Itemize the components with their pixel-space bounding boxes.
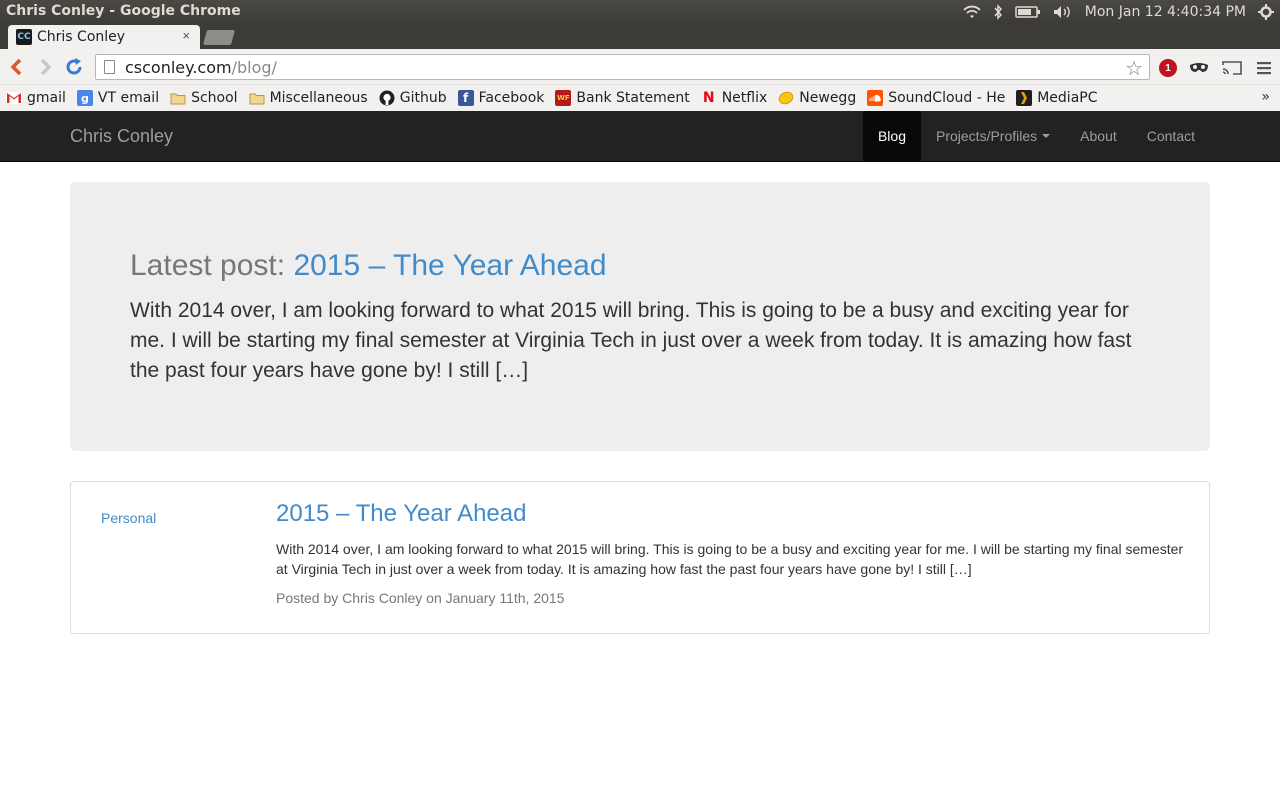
- latest-post-link[interactable]: 2015 – The Year Ahead: [293, 249, 606, 282]
- github-icon: [379, 90, 395, 106]
- site-brand[interactable]: Chris Conley: [70, 126, 173, 147]
- bookmark-folder-school[interactable]: School: [170, 90, 238, 106]
- system-indicators: Mon Jan 12 4:40:34 PM: [963, 0, 1274, 24]
- new-tab-button[interactable]: [202, 30, 236, 45]
- cast-icon[interactable]: [1222, 58, 1242, 78]
- url-path: /blog/: [231, 57, 277, 77]
- bookmark-star-icon[interactable]: ☆: [1125, 56, 1143, 81]
- post-card: Personal 2015 – The Year Ahead With 2014…: [70, 481, 1210, 634]
- page-icon: [104, 60, 115, 74]
- chrome-menu-icon[interactable]: [1254, 58, 1274, 78]
- forward-arrow-icon: [40, 58, 52, 76]
- settings-gear-icon[interactable]: [1258, 4, 1274, 20]
- nav-projects-profiles-dropdown[interactable]: Projects/Profiles: [921, 111, 1065, 161]
- nav-blog-label: Blog: [877, 128, 906, 144]
- wifi-icon[interactable]: [963, 5, 981, 19]
- nav-projects-label: Projects/Profiles: [936, 128, 1038, 144]
- site-nav: Blog Projects/Profiles About Contact: [862, 111, 1210, 161]
- battery-icon[interactable]: [1015, 5, 1041, 19]
- bookmark-bank-statement[interactable]: WF Bank Statement: [555, 90, 690, 106]
- nav-about-label: About: [1080, 128, 1117, 144]
- clock[interactable]: Mon Jan 12 4:40:34 PM: [1085, 4, 1246, 20]
- forward-button[interactable]: [36, 57, 56, 77]
- nav-about[interactable]: About: [1065, 111, 1132, 161]
- bookmark-label: Bank Statement: [576, 90, 690, 106]
- ublock-extension-icon[interactable]: 1: [1158, 58, 1178, 78]
- ublock-badge: 1: [1159, 59, 1177, 77]
- reload-icon: [66, 58, 82, 75]
- netflix-icon: N: [702, 90, 715, 106]
- tab-close-icon[interactable]: ×: [182, 28, 190, 43]
- bookmark-github[interactable]: Github: [379, 90, 447, 106]
- back-button[interactable]: [6, 57, 26, 77]
- nav-contact-label: Contact: [1146, 128, 1195, 144]
- bookmark-netflix[interactable]: N Netflix: [701, 90, 768, 106]
- bookmark-label: School: [191, 90, 238, 106]
- nav-contact[interactable]: Contact: [1132, 111, 1210, 161]
- bookmark-label: Facebook: [478, 90, 545, 106]
- volume-icon[interactable]: [1053, 5, 1073, 19]
- tab-active[interactable]: CC Chris Conley ×: [8, 25, 200, 49]
- back-arrow-icon: [10, 58, 22, 76]
- url-host: csconley.com: [125, 57, 232, 77]
- nav-blog[interactable]: Blog: [862, 111, 921, 161]
- bookmarks-bar: gmail g VT email School Miscellaneous Gi…: [0, 85, 1280, 111]
- bookmark-soundcloud[interactable]: SoundCloud - Hea: [867, 90, 1005, 106]
- plex-icon: [1016, 90, 1033, 106]
- post-excerpt: With 2014 over, I am looking forward to …: [276, 541, 1184, 577]
- latest-post-prefix: Latest post:: [130, 249, 294, 282]
- latest-post-heading: Latest post: 2015 – The Year Ahead: [130, 248, 1150, 284]
- bookmark-mediapc[interactable]: MediaPC: [1016, 90, 1097, 106]
- address-bar[interactable]: csconley.com/blog/ ☆: [95, 54, 1150, 80]
- latest-post-jumbotron: Latest post: 2015 – The Year Ahead With …: [70, 182, 1210, 451]
- tab-strip: CC Chris Conley ×: [0, 24, 1280, 49]
- post-title-link[interactable]: 2015 – The Year Ahead: [276, 500, 526, 528]
- site-favicon-icon: CC: [16, 29, 32, 45]
- bluetooth-icon[interactable]: [993, 4, 1003, 20]
- bookmark-label: Newegg: [799, 90, 857, 106]
- window-title: Chris Conley - Google Chrome: [6, 3, 241, 19]
- url-text[interactable]: csconley.com/blog/: [125, 58, 277, 77]
- os-top-panel: Chris Conley - Google Chrome Mon Jan 12 …: [0, 0, 1280, 24]
- soundcloud-icon: [867, 90, 884, 106]
- reload-button[interactable]: [64, 57, 84, 77]
- bookmark-label: gmail: [27, 90, 66, 106]
- bookmark-label: Netflix: [721, 90, 768, 106]
- bookmark-facebook[interactable]: f Facebook: [457, 90, 545, 106]
- wells-fargo-icon: WF: [555, 90, 572, 106]
- browser-toolbar: csconley.com/blog/ ☆ 1: [0, 49, 1280, 85]
- bookmark-newegg[interactable]: Newegg: [778, 90, 856, 106]
- bookmark-folder-miscellaneous[interactable]: Miscellaneous: [249, 90, 368, 106]
- post-category-link[interactable]: Personal: [101, 510, 156, 526]
- bookmarks-overflow-chevron-icon[interactable]: »: [1261, 89, 1270, 105]
- bookmark-vt-email[interactable]: g VT email: [76, 90, 160, 106]
- tab-title: Chris Conley: [37, 29, 126, 45]
- gmail-icon: [6, 90, 22, 106]
- mask-extension-icon[interactable]: [1189, 58, 1209, 78]
- google-icon: g: [76, 90, 93, 106]
- bookmark-label: Miscellaneous: [269, 90, 368, 106]
- bookmark-label: VT email: [97, 90, 160, 106]
- facebook-icon: f: [457, 90, 474, 106]
- newegg-icon: [778, 90, 794, 106]
- site-navbar: Chris Conley Blog Projects/Profiles Abou…: [0, 111, 1280, 162]
- bookmark-label: SoundCloud - Hea: [888, 90, 1006, 106]
- bookmark-label: Github: [399, 90, 447, 106]
- folder-icon: [170, 90, 186, 106]
- post-meta: Posted by Chris Conley on January 11th, …: [276, 590, 565, 606]
- caret-down-icon: [1042, 134, 1051, 138]
- bookmark-gmail[interactable]: gmail: [6, 90, 66, 106]
- bookmark-label: MediaPC: [1037, 90, 1098, 106]
- folder-icon: [249, 90, 265, 106]
- latest-post-excerpt: With 2014 over, I am looking forward to …: [130, 299, 1132, 382]
